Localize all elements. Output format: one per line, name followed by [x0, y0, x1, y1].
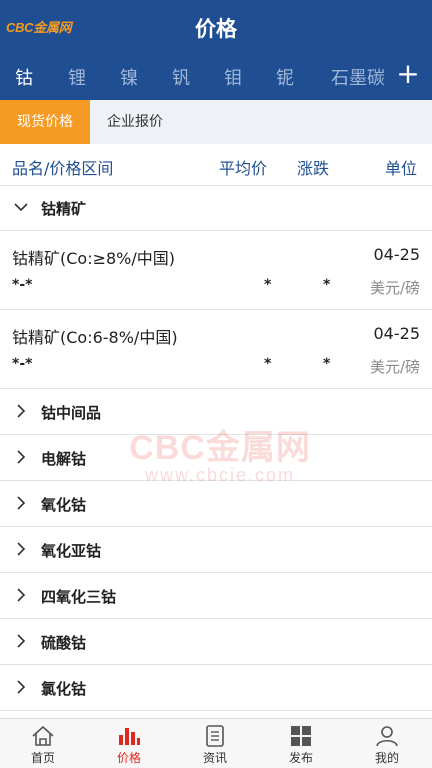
tab-spot-price[interactable]: 现货价格: [0, 100, 90, 144]
chevron-right-icon: [17, 542, 26, 556]
group-cobalt-oxide[interactable]: 氧化钴: [0, 482, 432, 527]
average-price: *: [264, 356, 272, 372]
tab-cobalt[interactable]: 钴: [15, 64, 33, 90]
group-tricobalt-tetroxide[interactable]: 四氧化三钴: [0, 574, 432, 619]
plus-icon: +: [396, 57, 420, 90]
chevron-right-icon: [17, 450, 26, 464]
column-header: 品名/价格区间 平均价 涨跌 单位: [0, 144, 432, 186]
price-unit: 美元/磅: [369, 279, 420, 297]
nav-publish[interactable]: 发布: [258, 719, 344, 768]
metal-tabs: 钴 锂 镍 钒 钼 铌 石墨碳 +: [0, 52, 432, 100]
user-icon: [376, 726, 398, 747]
chevron-right-icon: [17, 680, 26, 694]
price-range: *-*: [12, 277, 33, 293]
nav-mine[interactable]: 我的: [344, 719, 430, 768]
group-label: 电解钴: [41, 450, 87, 468]
add-category-button[interactable]: +: [384, 52, 432, 100]
nav-mine-label: 我的: [374, 751, 399, 765]
chevron-right-icon: [17, 588, 26, 602]
home-icon: [32, 725, 54, 746]
column-name: 品名/价格区间: [12, 159, 114, 178]
column-unit: 单位: [385, 159, 418, 178]
nav-news-label: 资讯: [202, 751, 227, 765]
tab-vanadium[interactable]: 钒: [172, 64, 190, 90]
price-date: 04-25: [373, 245, 421, 264]
column-change[interactable]: 涨跌: [297, 155, 329, 179]
group-label: 氧化亚钴: [41, 542, 102, 560]
nav-publish-label: 发布: [288, 751, 313, 765]
tab-lithium[interactable]: 锂: [68, 64, 86, 90]
tab-company-quote[interactable]: 企业报价: [90, 100, 180, 144]
price-range: *-*: [12, 356, 33, 372]
group-cobalt-sulfate[interactable]: 硫酸钴: [0, 620, 432, 665]
group-cobalt-intermediate[interactable]: 钴中间品: [0, 390, 432, 435]
grid-icon: [291, 726, 311, 746]
group-label: 硫酸钴: [41, 634, 87, 652]
sub-tabs: 现货价格 企业报价: [0, 100, 432, 144]
group-label: 氯化钴: [41, 680, 87, 698]
column-avg-price[interactable]: 平均价: [219, 155, 267, 179]
nav-home-label: 首页: [30, 751, 55, 765]
group-label: 四氧化三钴: [41, 588, 117, 606]
price-unit: 美元/磅: [369, 358, 420, 376]
group-label: 钴中间品: [41, 404, 102, 422]
group-electrolytic-cobalt[interactable]: 电解钴: [0, 436, 432, 481]
chevron-right-icon: [17, 404, 26, 418]
bottom-nav: 首页 价格 资讯 发布 我的: [0, 718, 432, 768]
price-row[interactable]: 钴精矿(Co:6-8%/中国) 04-25 *-* * * 美元/磅: [0, 311, 432, 389]
nav-home[interactable]: 首页: [0, 719, 86, 768]
chevron-down-icon: [14, 203, 28, 212]
group-cobalt-chloride[interactable]: 氯化钴: [0, 666, 432, 711]
average-price: *: [264, 277, 272, 293]
page-title: 价格: [195, 17, 237, 41]
nav-price[interactable]: 价格: [86, 719, 172, 768]
nav-news[interactable]: 资讯: [172, 719, 258, 768]
top-bar: CBC金属网 价格: [0, 0, 432, 52]
bar-chart-icon: [119, 728, 140, 745]
chevron-right-icon: [17, 634, 26, 648]
product-name: 钴精矿(Co:6-8%/中国): [12, 328, 178, 347]
tab-molybdenum[interactable]: 钼: [224, 64, 242, 90]
group-label: 钴精矿: [41, 200, 87, 218]
group-cobalt-concentrate[interactable]: 钴精矿: [0, 186, 432, 231]
price-change: *: [323, 277, 331, 293]
group-cobaltous-oxide[interactable]: 氧化亚钴: [0, 528, 432, 573]
nav-price-label: 价格: [116, 751, 141, 765]
tab-nickel[interactable]: 镍: [120, 64, 138, 90]
chevron-right-icon: [17, 496, 26, 510]
group-label: 氧化钴: [41, 496, 87, 514]
price-row[interactable]: 钴精矿(Co:≥8%/中国) 04-25 *-* * * 美元/磅: [0, 232, 432, 310]
product-name: 钴精矿(Co:≥8%/中国): [12, 249, 176, 268]
document-icon: [206, 725, 224, 747]
price-date: 04-25: [373, 324, 421, 343]
tab-niobium[interactable]: 铌: [276, 64, 294, 90]
price-change: *: [323, 356, 331, 372]
tab-graphite-carbon[interactable]: 石墨碳: [331, 64, 385, 90]
